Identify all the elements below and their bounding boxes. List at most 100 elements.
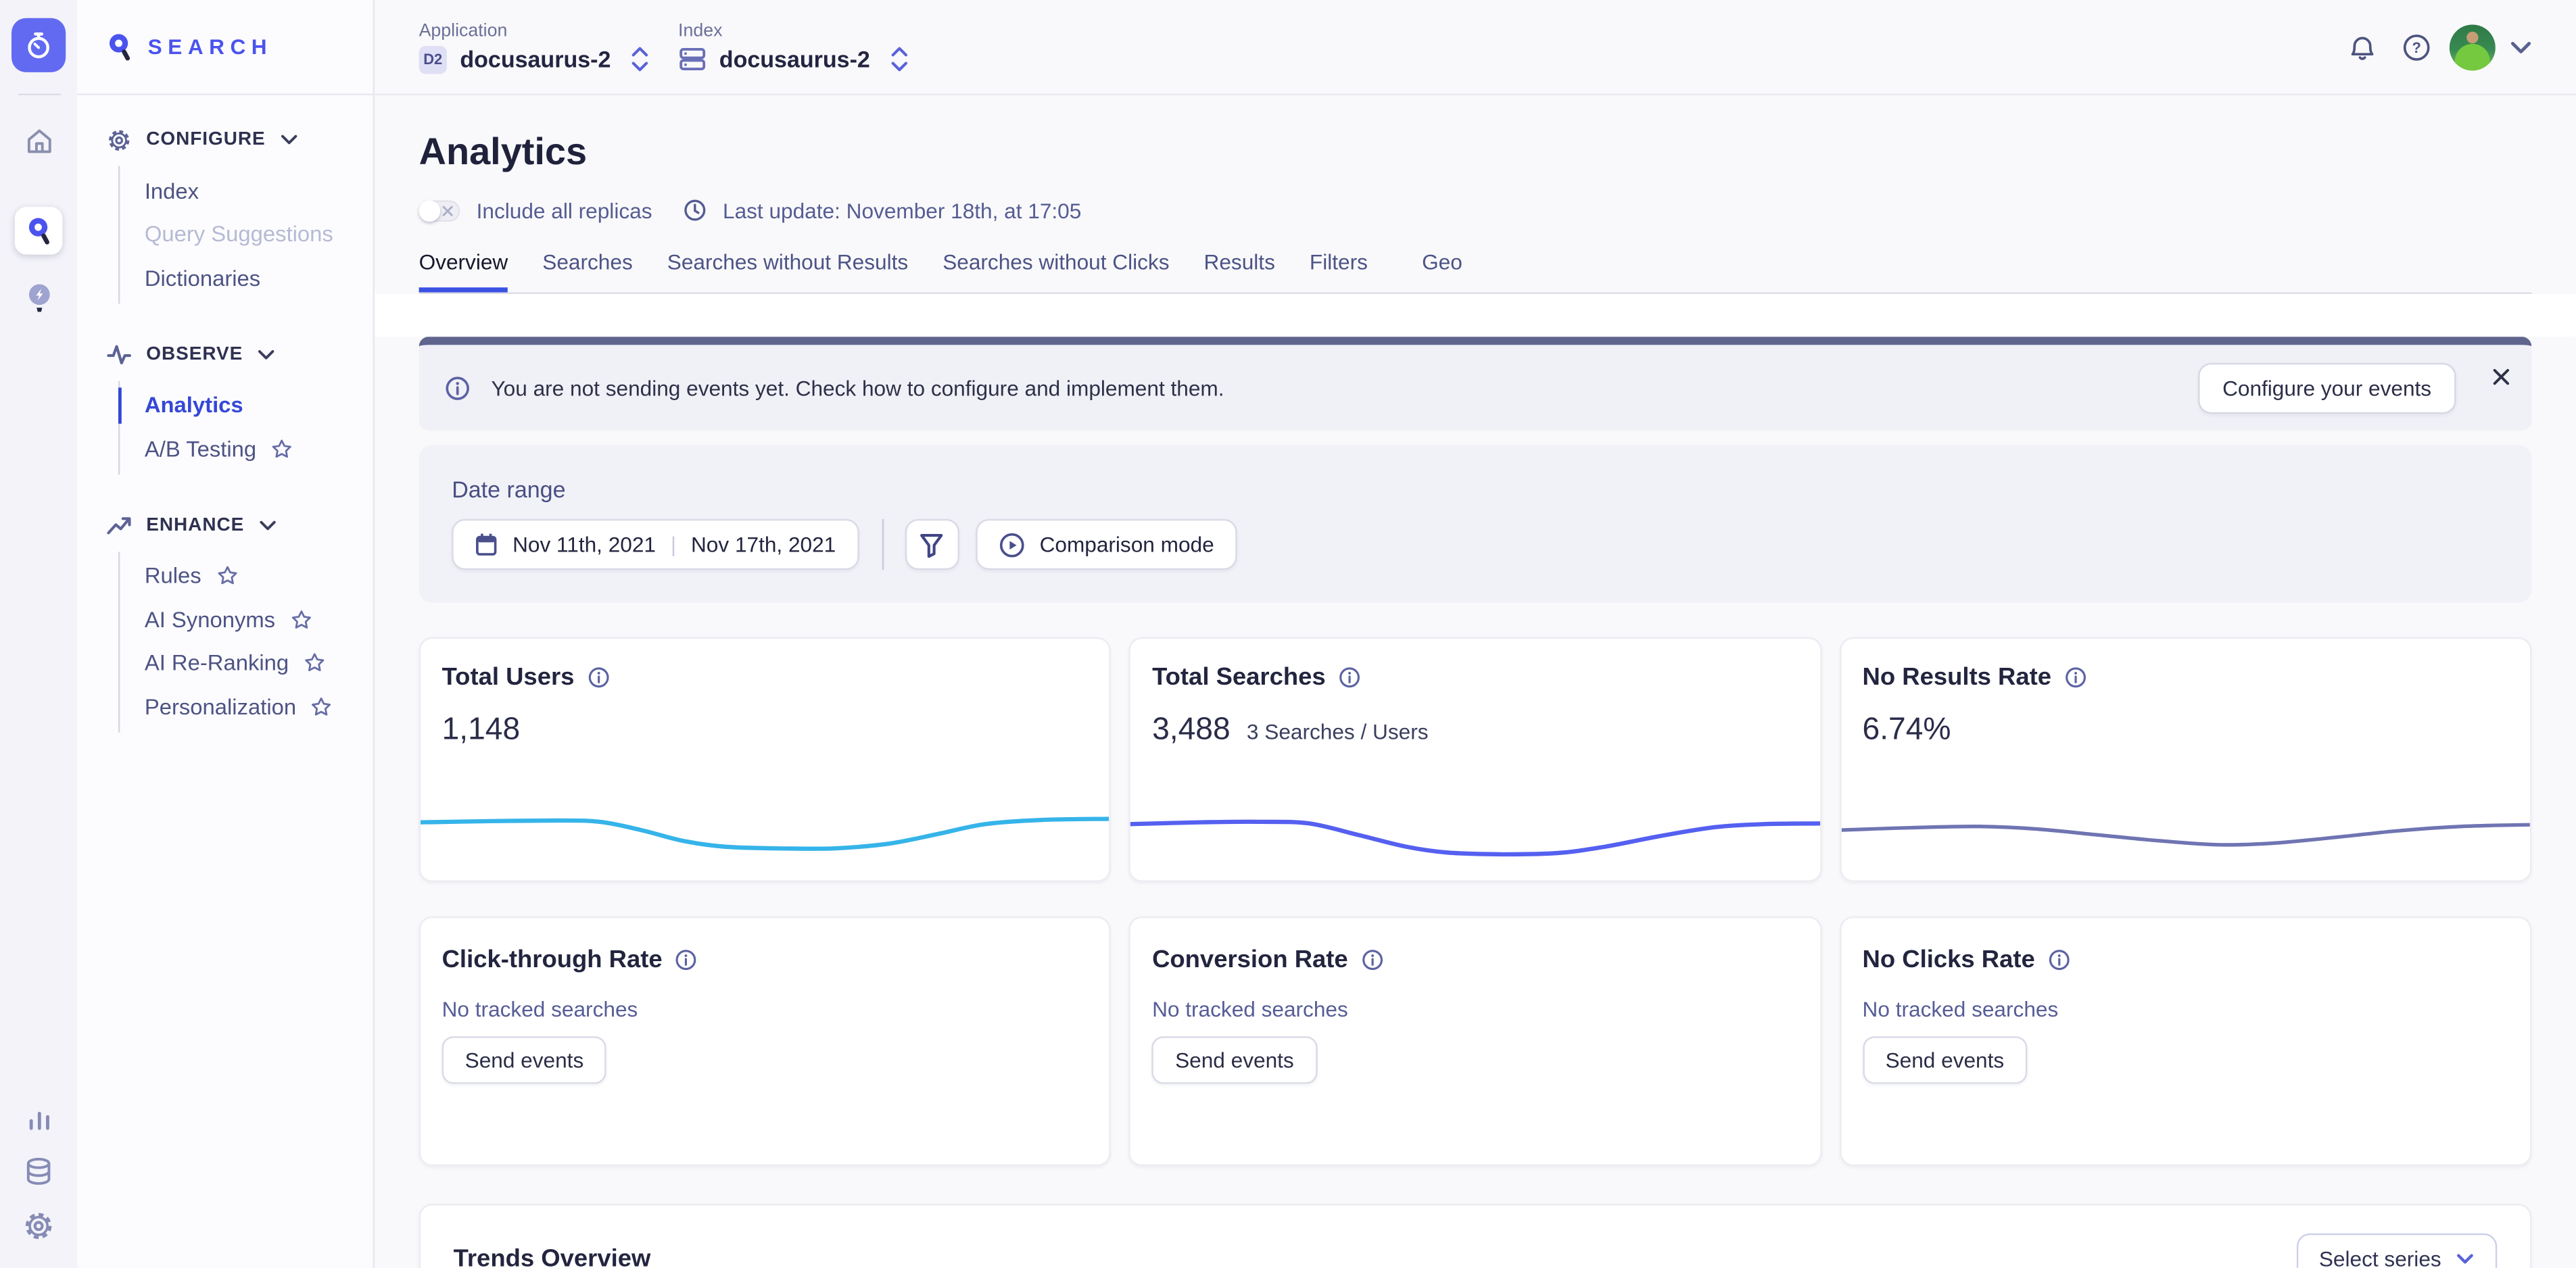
sidebar-item-label: AI Re-Ranking [145,651,289,675]
no-clicks-rate-card: No Clicks Rate No tracked searches Send … [1840,917,2532,1166]
info-icon [445,375,469,399]
total-searches-card: Total Searches 3,488 3 Searches / Users [1129,637,1821,882]
help-icon: ? [2402,32,2431,62]
sidebar-item-ab-testing[interactable]: A/B Testing [145,427,356,470]
settings-button[interactable] [23,1211,54,1242]
sidebar-item-personalization[interactable]: Personalization [145,685,356,728]
sidebar-item-ai-re-ranking[interactable]: AI Re-Ranking [145,641,356,685]
activity-icon [107,343,131,366]
index-selector[interactable]: Index docusaurus-2 [678,22,908,72]
date-range-picker[interactable]: Nov 11th, 2021 | Nov 17th, 2021 [452,519,859,570]
card-title: Conversion Rate [1152,946,1348,974]
avatar[interactable] [2450,24,2496,70]
no-results-rate-sparkline [1841,800,2530,872]
tabs: Overview Searches Searches without Resul… [419,249,2532,294]
nav-items-observe: Analytics A/B Testing [118,380,356,473]
content: Analytics Include all replicas Last upda… [375,130,2576,1268]
insight-cards-row: Click-through Rate No tracked searches S… [419,917,2532,1166]
sidebar-item-label: Analytics [145,393,243,417]
star-icon [271,438,293,460]
user-menu-button[interactable] [2510,41,2532,53]
filter-button[interactable] [905,519,959,570]
star-icon [311,696,333,718]
tab-results[interactable]: Results [1204,249,1275,292]
comparison-mode-button[interactable]: Comparison mode [976,519,1237,570]
send-events-button[interactable]: Send events [442,1036,607,1083]
calendar-icon [475,532,498,556]
tab-searches-without-results[interactable]: Searches without Results [667,249,908,292]
send-events-button[interactable]: Send events [1152,1036,1317,1083]
nav-section-configure: CONFIGURE Index Query Suggestions Dictio… [107,123,356,303]
send-events-button[interactable]: Send events [1863,1036,2028,1083]
sidebar-item-rules[interactable]: Rules [145,554,356,598]
sidebar-item-dictionaries[interactable]: Dictionaries [145,256,356,299]
nav-header-enhance[interactable]: ENHANCE [107,508,356,541]
application-label: Application [419,20,649,40]
tab-searches[interactable]: Searches [542,249,632,292]
sidebar-item-label: AI Synonyms [145,607,275,631]
info-icon[interactable] [588,666,609,688]
main-area: Application D2 docusaurus-2 Index [375,0,2576,1268]
monitoring-button[interactable] [24,1104,53,1133]
rail-bottom-group [23,1104,54,1242]
chevron-down-icon [2510,41,2532,53]
tabs-gap [375,294,2576,337]
select-series-button[interactable]: Select series [2296,1234,2497,1268]
trends-overview-card: Trends Overview Select series [419,1204,2532,1268]
nav-header-label: OBSERVE [146,344,243,364]
data-button[interactable] [23,1156,54,1188]
sidebar-item-label: Index [145,178,199,203]
sidebar-item-index[interactable]: Index [145,169,356,212]
chevron-down-icon [258,349,274,359]
info-icon[interactable] [2064,666,2086,688]
clock-icon [684,199,707,222]
help-button[interactable]: ? [2402,32,2431,62]
nav-items-configure: Index Query Suggestions Dictionaries [118,166,356,303]
tab-overview[interactable]: Overview [419,249,508,292]
topbar-right: ? [2347,24,2531,70]
configure-events-button[interactable]: Configure your events [2198,362,2456,413]
events-banner: You are not sending events yet. Check ho… [419,337,2532,430]
topbar: Application D2 docusaurus-2 Index [375,0,2576,95]
sidebar: SEARCH CONFIGURE [77,0,375,1268]
include-replicas-toggle[interactable] [419,199,460,221]
sidebar-item-ai-synonyms[interactable]: AI Synonyms [145,598,356,641]
recommend-product-button[interactable] [26,283,52,316]
include-replicas-label: Include all replicas [477,198,652,222]
notifications-button[interactable] [2347,32,2377,62]
home-nav-button[interactable] [24,126,53,156]
click-through-rate-card: Click-through Rate No tracked searches S… [419,917,1112,1166]
tab-searches-without-clicks[interactable]: Searches without Clicks [943,249,1169,292]
sidebar-item-analytics[interactable]: Analytics [145,383,356,426]
sidebar-item-label: Personalization [145,694,296,718]
conversion-rate-card: Conversion Rate No tracked searches Send… [1129,917,1821,1166]
no-results-rate-card: No Results Rate 6.74% [1840,637,2532,882]
sorter-icon [631,46,649,72]
chevron-down-icon [2456,1253,2475,1265]
info-icon[interactable] [675,949,697,971]
bar-chart-icon [24,1104,53,1133]
date-start: Nov 11th, 2021 [512,532,656,556]
nav-header-observe[interactable]: OBSERVE [107,337,356,370]
info-icon[interactable] [2048,949,2070,971]
svg-text:?: ? [2412,39,2421,55]
nav-header-label: CONFIGURE [146,130,265,149]
tab-geo[interactable]: Geo [1422,249,1462,292]
nav-header-configure[interactable]: CONFIGURE [107,123,356,156]
card-title: No Clicks Rate [1863,946,2035,974]
tab-filters[interactable]: Filters [1310,249,1368,292]
trending-up-icon [107,515,131,535]
sidebar-item-query-suggestions[interactable]: Query Suggestions [145,213,356,256]
rail-divider [18,93,60,95]
lightbulb-icon [26,283,52,316]
close-icon[interactable] [2492,368,2510,386]
sidebar-nav: CONFIGURE Index Query Suggestions Dictio… [77,95,373,732]
info-icon[interactable] [1339,666,1360,688]
nav-header-label: ENHANCE [146,515,244,535]
date-range-label: Date range [452,477,2499,503]
search-product-button[interactable] [15,207,62,254]
timer-app-button[interactable] [11,18,66,72]
info-icon[interactable] [1361,949,1383,971]
index-label: Index [678,22,908,41]
application-selector[interactable]: Application D2 docusaurus-2 [419,20,649,73]
